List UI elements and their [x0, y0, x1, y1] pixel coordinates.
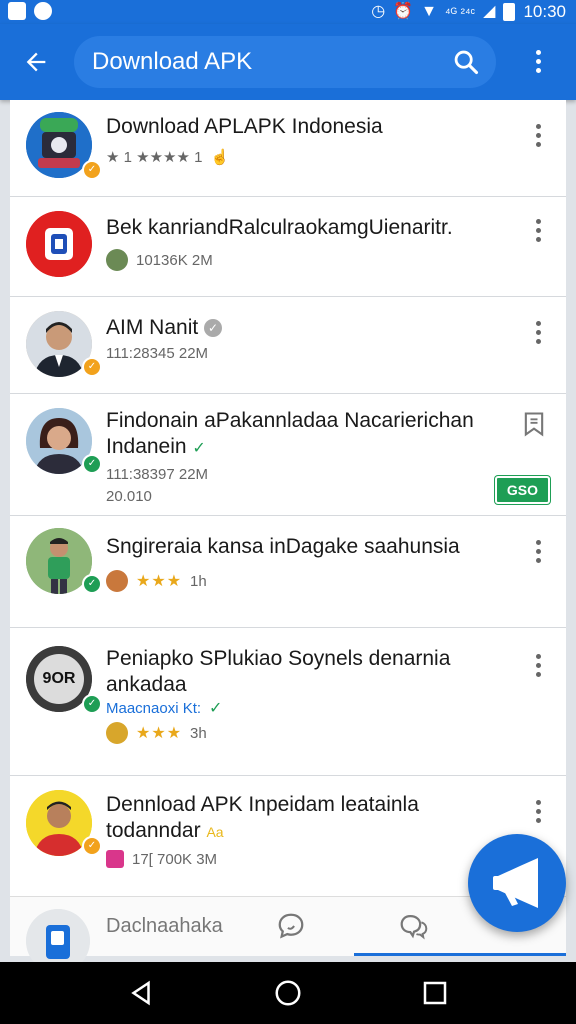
- rating-stars: ★★★: [136, 573, 183, 590]
- cell-signal-icon: ◢: [483, 3, 496, 20]
- result-title-suffix: Aa: [206, 824, 224, 840]
- result-title: Dennload APK Inpeidam leatainla todannda…: [106, 793, 419, 842]
- bookmark-icon[interactable]: [520, 410, 548, 438]
- result-title: AIM Nanit: [106, 316, 199, 339]
- conversations-icon[interactable]: [398, 911, 430, 941]
- arrow-left-icon: [26, 52, 46, 72]
- check-icon: ✓: [192, 440, 206, 457]
- result-meta-text: 1h: [190, 572, 207, 590]
- location-notification-icon: [34, 2, 52, 20]
- verified-badge: ✓: [82, 836, 102, 856]
- result-meta: 17[ 700K 3M: [106, 850, 217, 868]
- battery-icon: [503, 3, 516, 21]
- result-meta: ★ 1 ★★★★ 1 ☝: [106, 148, 229, 166]
- sync-icon: ◷: [371, 3, 386, 20]
- result-title: Download APLAPK Indonesia: [106, 115, 383, 138]
- thumbs-icon: ☝: [210, 149, 230, 166]
- system-indicators: ◷ ⏰ ▼ ⁴ᴳ ²⁴ᶜ ◢ 10:30: [371, 0, 566, 24]
- result-title: Bek kanriandRalculraokamgUienaritr.: [106, 216, 453, 239]
- result-meta-text: 17[ 700K 3M: [132, 850, 218, 868]
- result-meta-secondary: 20.010: [106, 488, 152, 505]
- more-vert-icon: [526, 120, 550, 147]
- tab-label[interactable]: Daclnaahaka: [106, 915, 223, 938]
- result-title: Peniapko SPlukiao Soynels denarnia ankad…: [106, 647, 451, 696]
- more-vert-icon: [526, 317, 550, 344]
- list-item[interactable]: ✓ Download APLAPK Indonesia ★ 1 ★★★★ 1 ☝: [10, 100, 566, 197]
- more-options-button[interactable]: [526, 796, 550, 826]
- verified-badge: ✓: [82, 694, 102, 714]
- signal-text: ⁴ᴳ ²⁴ᶜ: [444, 4, 476, 20]
- result-meta: 111:28345 22M: [106, 345, 208, 362]
- result-meta: ★★★ 1h: [106, 570, 207, 592]
- list-item[interactable]: ✓ AIM Nanit ✓ 111:28345 22M: [10, 297, 566, 394]
- install-price-button[interactable]: GSO: [494, 476, 550, 504]
- developer-avatar: [106, 722, 128, 744]
- developer-avatar: [106, 249, 128, 271]
- result-title-row: Dennload APK Inpeidam leatainla todannda…: [106, 792, 496, 845]
- more-options-button[interactable]: [526, 536, 550, 566]
- announce-fab-button[interactable]: [468, 834, 566, 932]
- nav-recents-icon[interactable]: [420, 978, 450, 1008]
- result-meta-text: 111:38397 22M: [106, 466, 209, 483]
- notification-icons: [8, 2, 52, 20]
- search-results-list: ✓ Download APLAPK Indonesia ★ 1 ★★★★ 1 ☝…: [10, 100, 566, 956]
- wifi-icon: ▼: [421, 3, 437, 20]
- more-options-button[interactable]: [526, 215, 550, 245]
- nav-home-icon[interactable]: [273, 978, 303, 1008]
- result-meta-secondary: ★★★ 3h: [106, 722, 207, 744]
- megaphone-icon: [493, 858, 538, 908]
- nav-back-icon[interactable]: [126, 978, 156, 1008]
- result-meta: Maacnaoxi Kt: ✓: [106, 698, 222, 718]
- check-icon: ✓: [209, 700, 223, 717]
- more-options-button[interactable]: [526, 120, 550, 150]
- alarm-icon: ⏰: [393, 3, 414, 20]
- active-tab-indicator: [354, 953, 566, 956]
- developer-avatar: [106, 850, 124, 868]
- search-query-text: Download APK: [92, 48, 253, 75]
- app-icon: [26, 211, 92, 277]
- list-item[interactable]: ✓ Sngireraia kansa inDagake saahunsia ★★…: [10, 516, 566, 628]
- back-button[interactable]: [16, 42, 56, 82]
- more-vert-icon: [526, 650, 550, 677]
- chat-icon[interactable]: [276, 911, 306, 941]
- list-item[interactable]: 9OR ✓ Peniapko SPlukiao Soynels denarnia…: [10, 628, 566, 776]
- more-options-button[interactable]: [526, 650, 550, 680]
- list-item[interactable]: ✓ Findonain aPakannladaa Nacarierichan I…: [10, 394, 566, 516]
- verified-badge: ✓: [82, 454, 102, 474]
- result-title-row: Findonain aPakannladaa Nacarierichan Ind…: [106, 408, 496, 462]
- result-meta: 10136K 2M: [106, 249, 213, 271]
- result-meta-text: ★ 1 ★★★★ 1: [106, 149, 203, 166]
- rating-stars: ★★★: [136, 725, 183, 742]
- result-meta-text: 111:28345 22M: [106, 345, 209, 362]
- verified-check-icon: ✓: [204, 319, 223, 338]
- verified-badge: ✓: [82, 357, 102, 377]
- search-field[interactable]: Download APK: [74, 36, 496, 88]
- status-clock: 10:30: [523, 2, 566, 21]
- result-meta: 111:38397 22M: [106, 466, 208, 483]
- list-item[interactable]: Bek kanriandRalculraokamgUienaritr. 1013…: [10, 197, 566, 297]
- more-vert-icon: [526, 536, 550, 563]
- more-vert-icon: [518, 46, 558, 73]
- more-vert-icon: [526, 215, 550, 242]
- result-meta-text: 20.010: [106, 488, 152, 505]
- more-vert-icon: [526, 796, 550, 823]
- more-options-button[interactable]: [526, 317, 550, 347]
- result-meta-text: 3h: [190, 724, 207, 742]
- result-title: Sngireraia kansa inDagake saahunsia: [106, 535, 460, 558]
- result-title: Findonain aPakannladaa Nacarierichan Ind…: [106, 409, 474, 458]
- status-bar: ◷ ⏰ ▼ ⁴ᴳ ²⁴ᶜ ◢ 10:30: [0, 0, 576, 24]
- system-navigation-bar: [0, 962, 576, 1024]
- result-title-row: AIM Nanit ✓: [106, 315, 496, 341]
- file-notification-icon: [8, 2, 26, 20]
- result-meta-text: Maacnaoxi Kt:: [106, 699, 202, 717]
- verified-badge: ✓: [82, 574, 102, 594]
- result-meta-text: 10136K 2M: [136, 251, 213, 269]
- search-icon[interactable]: [452, 48, 480, 76]
- app-bar: Download APK: [0, 24, 576, 100]
- developer-avatar: [106, 570, 128, 592]
- overflow-menu-button[interactable]: [518, 46, 558, 86]
- verified-badge: ✓: [82, 160, 102, 180]
